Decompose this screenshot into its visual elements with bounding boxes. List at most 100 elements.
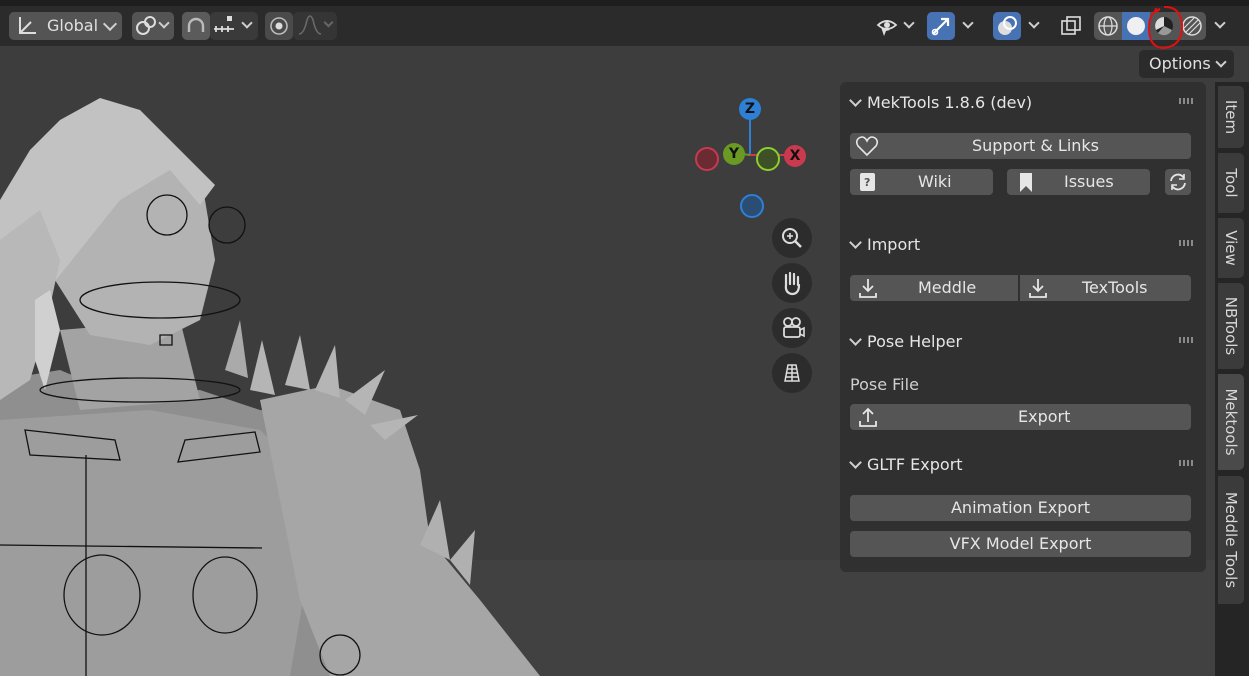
overlays-toggle[interactable] — [993, 12, 1021, 40]
tab-mektools-label: Mektools — [1222, 388, 1240, 456]
gizmo-x-axis[interactable]: X — [784, 145, 806, 167]
issues-button[interactable]: Issues — [1007, 169, 1150, 195]
tab-tool[interactable]: Tool — [1218, 153, 1244, 213]
gizmo-neg-x-axis[interactable] — [695, 147, 719, 171]
gizmo-z-axis[interactable]: Z — [739, 98, 761, 120]
hand-icon — [784, 271, 801, 296]
textools-label: TexTools — [1082, 278, 1148, 297]
upload-icon — [859, 407, 877, 427]
heart-icon — [855, 136, 879, 157]
issues-label: Issues — [1064, 172, 1114, 191]
annotation-circle — [1147, 5, 1184, 50]
falloff-dropdown[interactable] — [293, 12, 337, 40]
mektools-sidebar-panel: MekTools 1.8.6 (dev) Support & Links ? W… — [840, 82, 1206, 572]
xray-icon — [1061, 16, 1081, 35]
drag-handle-icon[interactable] — [1179, 460, 1193, 466]
wireframe-sphere-icon — [1098, 16, 1118, 36]
overlays-dropdown[interactable] — [1021, 12, 1047, 40]
tab-meddle-tools[interactable]: Meddle Tools — [1218, 476, 1244, 604]
pivot-icon — [136, 16, 156, 35]
wiki-label: Wiki — [918, 172, 952, 191]
camera-icon — [783, 317, 805, 338]
orientation-label: Global — [47, 16, 99, 35]
animation-export-label: Animation Export — [950, 498, 1091, 517]
grid-icon — [784, 364, 800, 382]
chevron-down-icon — [1028, 17, 1040, 29]
drag-handle-icon[interactable] — [1179, 240, 1193, 246]
tab-item-label: Item — [1222, 99, 1240, 135]
download-icon — [1029, 279, 1047, 298]
pose-export-button[interactable]: Export — [850, 404, 1191, 430]
book-icon: ? — [860, 173, 875, 191]
collapse-chevron-icon[interactable] — [849, 456, 862, 469]
zoom-icon — [782, 228, 802, 248]
xray-toggle[interactable] — [1057, 12, 1085, 40]
tab-meddle-tools-label: Meddle Tools — [1222, 491, 1240, 589]
tab-view[interactable]: View — [1218, 218, 1244, 278]
chevron-down-icon — [962, 17, 974, 29]
gizmo-y-axis[interactable]: Y — [723, 143, 745, 165]
drag-handle-icon[interactable] — [1179, 337, 1193, 343]
zoom-button[interactable] — [772, 218, 812, 258]
collapse-chevron-icon[interactable] — [849, 236, 862, 249]
tab-mektools[interactable]: Mektools — [1218, 374, 1244, 470]
pan-button[interactable] — [772, 263, 812, 303]
orientation-axes-icon — [19, 17, 36, 34]
mektools-header[interactable]: MekTools 1.8.6 (dev) — [867, 92, 1032, 114]
refresh-icon — [1170, 173, 1186, 191]
snap-toggle[interactable] — [182, 12, 210, 40]
eye-pointer-icon — [876, 20, 898, 36]
tab-nbtools[interactable]: NBTools — [1218, 283, 1244, 369]
overlay-icon — [998, 16, 1017, 35]
collapse-chevron-icon[interactable] — [849, 94, 862, 107]
vfx-model-export-label: VFX Model Export — [949, 534, 1092, 553]
refresh-button[interactable] — [1165, 169, 1191, 195]
chevron-down-icon — [102, 16, 118, 32]
tab-view-label: View — [1222, 230, 1240, 266]
gizmo-toggle[interactable] — [927, 12, 955, 40]
download-icon — [859, 279, 877, 298]
proportional-editing-toggle[interactable] — [265, 12, 293, 40]
tab-nbtools-label: NBTools — [1222, 296, 1240, 356]
pose-export-label: Export — [1018, 407, 1071, 426]
gltf-export-header[interactable]: GLTF Export — [867, 454, 963, 476]
tab-item[interactable]: Item — [1218, 86, 1244, 148]
meddle-label: Meddle — [918, 278, 977, 297]
vfx-model-export-button[interactable]: VFX Model Export — [850, 531, 1191, 557]
chevron-down-icon — [1214, 17, 1226, 29]
gizmo-icon — [931, 17, 950, 36]
support-links-label: Support & Links — [972, 136, 1099, 155]
import-header[interactable]: Import — [867, 234, 920, 256]
textools-import-button[interactable]: TexTools — [1020, 275, 1191, 301]
meddle-import-button[interactable]: Meddle — [850, 275, 1018, 301]
shading-wireframe-button[interactable] — [1094, 12, 1122, 40]
svg-text:?: ? — [864, 176, 870, 189]
chevron-down-icon — [1215, 56, 1227, 68]
pivot-point-dropdown[interactable] — [132, 12, 174, 40]
gizmo-neg-y-axis[interactable] — [756, 147, 780, 171]
snap-target-dropdown[interactable] — [210, 12, 258, 40]
snap-increment-icon — [214, 16, 234, 32]
navigation-gizmo[interactable]: Z Y X — [690, 95, 810, 220]
tab-tool-label: Tool — [1222, 168, 1240, 198]
pose-file-label: Pose File — [850, 375, 919, 394]
drag-handle-icon[interactable] — [1179, 98, 1193, 104]
perspective-toggle-button[interactable] — [772, 353, 812, 393]
gizmo-neg-z-axis[interactable] — [740, 194, 764, 218]
transform-orientation-dropdown[interactable]: Global — [9, 12, 122, 40]
chevron-down-icon — [158, 17, 170, 29]
chevron-down-icon — [903, 17, 915, 29]
visibility-dropdown[interactable] — [873, 12, 919, 40]
support-links-button[interactable]: Support & Links — [850, 133, 1191, 159]
animation-export-button[interactable]: Animation Export — [850, 495, 1191, 521]
gizmo-dropdown[interactable] — [955, 12, 981, 40]
proportional-icon — [270, 17, 288, 35]
camera-view-button[interactable] — [772, 308, 812, 348]
shading-options-dropdown[interactable] — [1207, 12, 1233, 40]
pose-helper-header[interactable]: Pose Helper — [867, 331, 962, 353]
options-dropdown[interactable]: Options — [1139, 50, 1234, 78]
magnet-icon — [187, 17, 205, 32]
collapse-chevron-icon[interactable] — [849, 333, 862, 346]
wiki-button[interactable]: ? Wiki — [850, 169, 993, 195]
chevron-down-icon — [241, 17, 253, 29]
